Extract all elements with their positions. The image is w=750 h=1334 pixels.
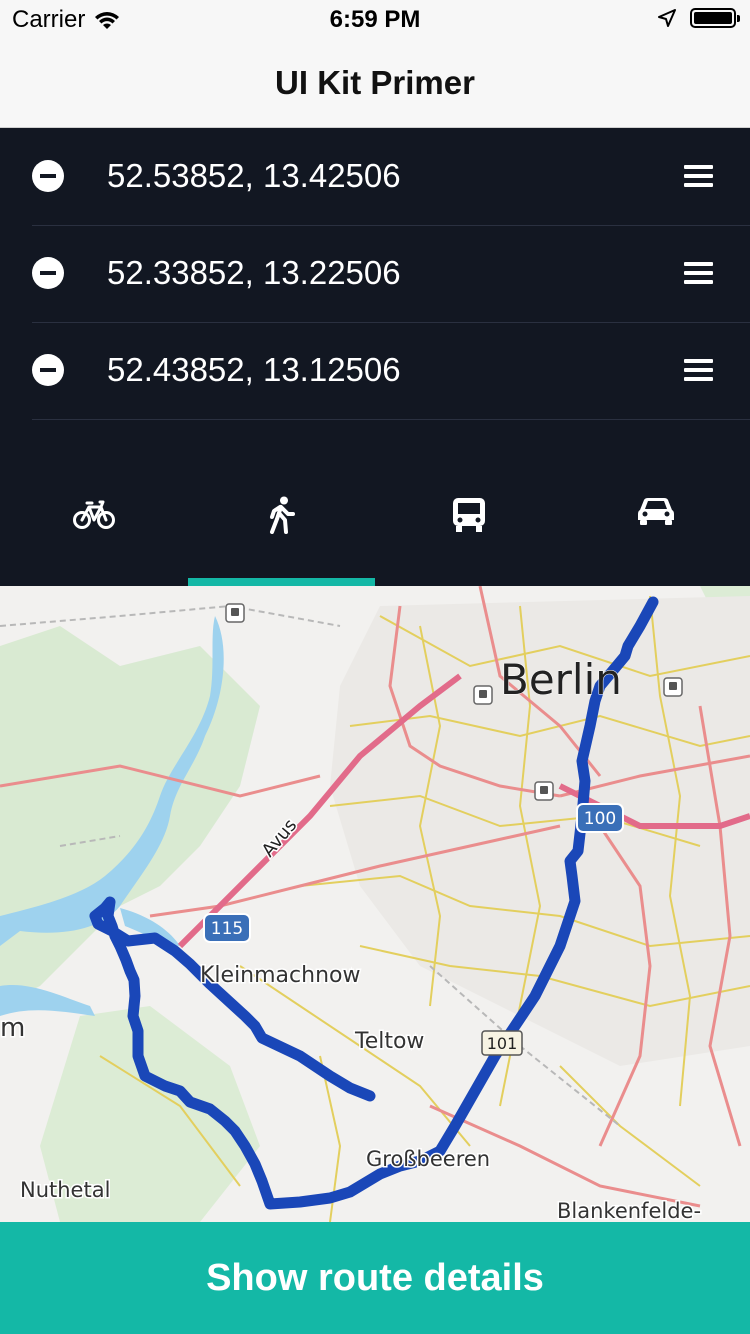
- route-panel: 52.53852, 13.42506 52.33852, 13.22506 52…: [0, 128, 750, 586]
- waypoint-row[interactable]: 52.53852, 13.42506: [32, 128, 750, 226]
- location-arrow-icon: [658, 9, 676, 27]
- map-label-teltow: Teltow: [354, 1029, 424, 1054]
- rail-station-icon: [663, 677, 683, 697]
- route-shield-115: 115: [203, 913, 251, 943]
- waypoint-row[interactable]: 52.33852, 13.22506: [32, 225, 750, 323]
- car-icon: [638, 498, 675, 525]
- svg-text:115: 115: [211, 919, 243, 939]
- drag-handle-icon[interactable]: [684, 165, 713, 187]
- rail-station-icon: [534, 781, 554, 801]
- transport-mode-tabs: [0, 466, 750, 586]
- waypoint-coords[interactable]: 52.53852, 13.42506: [107, 157, 401, 195]
- lake-water: [0, 985, 95, 1016]
- map-label-berlin: Berlin: [500, 655, 622, 704]
- walking-icon: [270, 496, 296, 534]
- waypoint-row[interactable]: 52.43852, 13.12506: [32, 322, 750, 420]
- remove-waypoint-icon[interactable]: [32, 160, 64, 192]
- show-route-details-button[interactable]: Show route details: [0, 1222, 750, 1334]
- drag-handle-icon[interactable]: [684, 359, 713, 381]
- waypoint-coords[interactable]: 52.43852, 13.12506: [107, 351, 401, 389]
- tab-bike[interactable]: [0, 466, 188, 586]
- remove-waypoint-icon[interactable]: [32, 257, 64, 289]
- remove-waypoint-icon[interactable]: [32, 354, 64, 386]
- bicycle-icon: [72, 500, 115, 529]
- map-label-kleinmachnow: Kleinmachnow: [200, 963, 360, 988]
- route-map[interactable]: 100 115 101 Berlin Kleinmachnow Teltow G…: [0, 586, 750, 1222]
- map-label-partial: m: [0, 1013, 25, 1043]
- rail-station-icon: [473, 685, 493, 705]
- navigation-bar: UI Kit Primer: [0, 40, 750, 128]
- svg-text:100: 100: [584, 809, 616, 829]
- bus-icon: [452, 498, 485, 532]
- status-right: [658, 8, 740, 28]
- route-shield-101: 101: [481, 1030, 523, 1056]
- page-title: UI Kit Primer: [275, 64, 475, 101]
- drag-handle-icon[interactable]: [684, 262, 713, 284]
- waypoint-coords[interactable]: 52.33852, 13.22506: [107, 254, 401, 292]
- battery-icon: [690, 8, 740, 28]
- status-time: 6:59 PM: [329, 6, 421, 33]
- svg-text:101: 101: [487, 1034, 518, 1053]
- tab-car[interactable]: [563, 466, 750, 586]
- map-label-blankenfelde: Blankenfelde-: [557, 1199, 701, 1222]
- active-tab-indicator: [187, 578, 375, 586]
- tab-walk[interactable]: [187, 466, 375, 586]
- map-label-nuthetal: Nuthetal: [20, 1178, 110, 1202]
- tab-transit[interactable]: [375, 466, 563, 586]
- route-shield-100: 100: [576, 803, 624, 833]
- rail-station-icon: [225, 603, 245, 623]
- status-bar: Carrier 6:59 PM: [0, 0, 750, 40]
- map-label-grossbeeren: Großbeeren: [366, 1147, 490, 1171]
- map-label-avus: Avus: [258, 815, 302, 861]
